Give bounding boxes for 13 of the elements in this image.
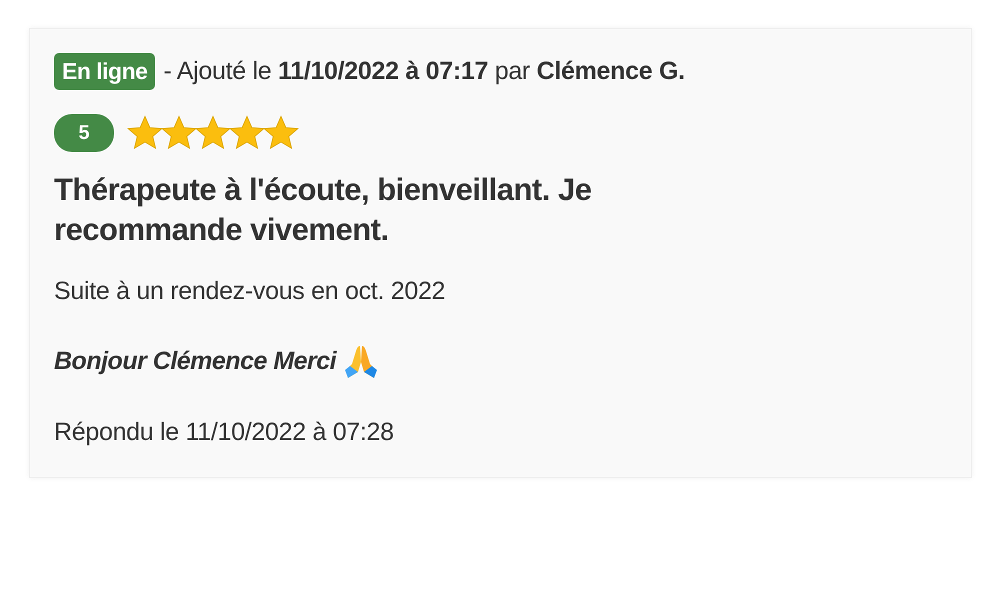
star-icon — [126, 114, 164, 152]
review-meta: - Ajouté le 11/10/2022 à 07:17 par Clémence G. — [163, 57, 685, 86]
review-title: Thérapeute à l'écoute, bienveillant. Je recommande vivement. — [54, 171, 592, 250]
visit-context: Suite à un rendez-vous en oct. 2022 — [54, 276, 446, 306]
star-icon — [262, 114, 300, 152]
star-icon — [160, 114, 198, 152]
star-icon — [194, 114, 232, 152]
praying-hands-icon — [344, 344, 378, 380]
reply-date: Répondu le 11/10/2022 à 07:28 — [54, 418, 395, 447]
status-badge: En ligne — [54, 53, 156, 90]
reply-text: Bonjour Clémence Merci — [54, 347, 336, 376]
star-icon — [228, 114, 266, 152]
rating-badge: 5 — [54, 114, 114, 152]
